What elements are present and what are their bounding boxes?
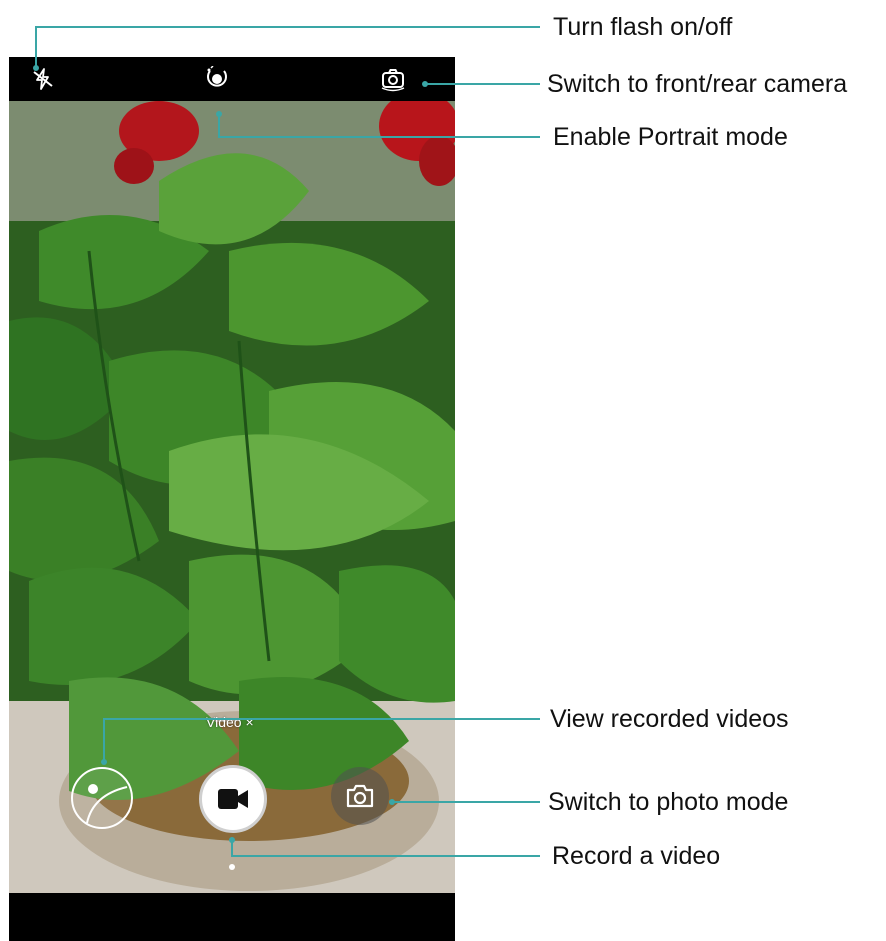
portrait-callout-line bbox=[218, 114, 540, 138]
callout-photo-mode: Switch to photo mode bbox=[548, 788, 789, 816]
view-videos-callout-line bbox=[103, 718, 540, 762]
callout-switch-camera: Switch to front/rear camera bbox=[547, 70, 848, 98]
callout-record: Record a video bbox=[552, 842, 721, 870]
flash-callout-line bbox=[35, 26, 540, 68]
callout-portrait: Enable Portrait mode bbox=[553, 123, 788, 151]
callout-flash: Turn flash on/off bbox=[553, 13, 733, 41]
record-callout-line bbox=[231, 840, 540, 857]
callout-view-videos: View recorded videos bbox=[550, 705, 789, 733]
